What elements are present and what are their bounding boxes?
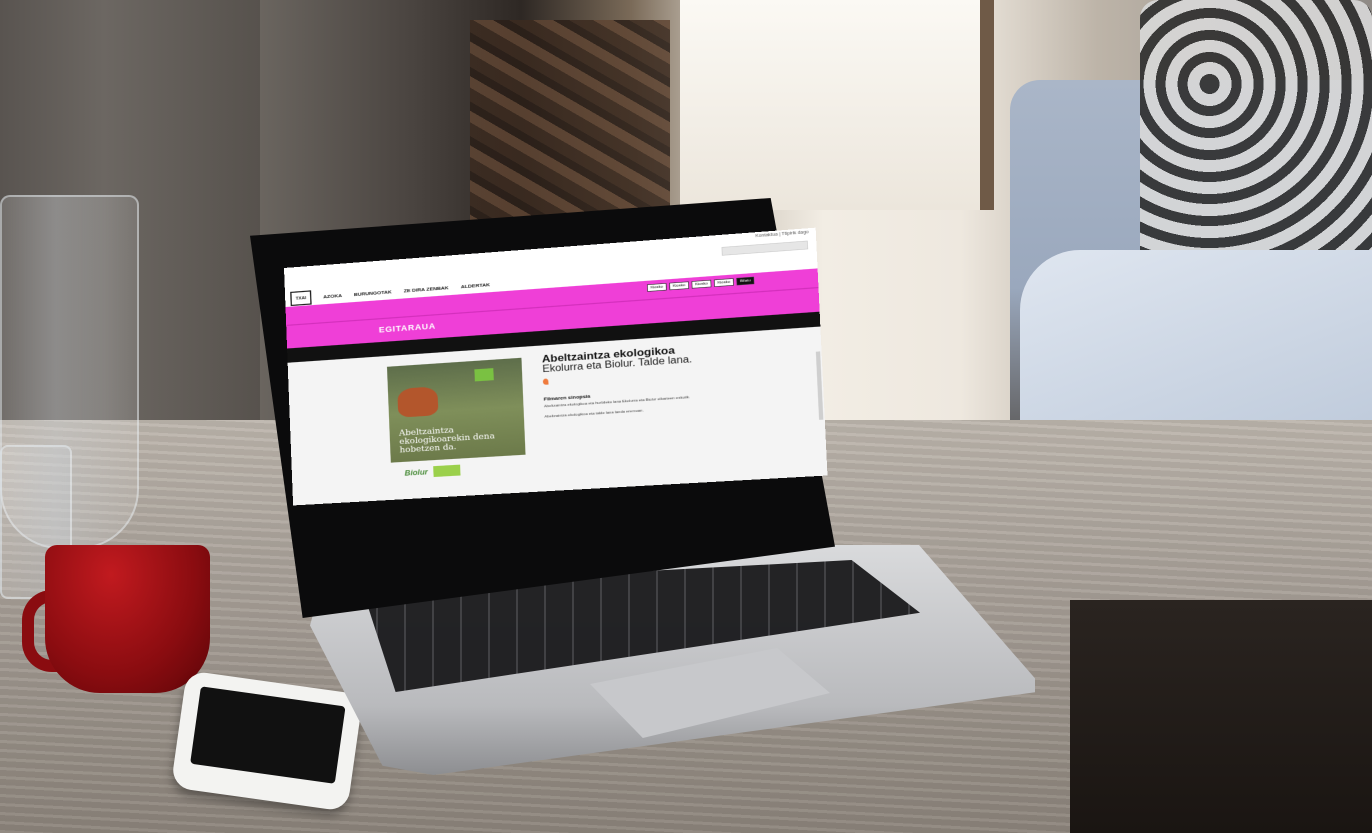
- eu-logo-icon: [432, 464, 461, 478]
- poster-caption: Abeltzaintza ekologikoarekin dena hobetz…: [398, 425, 495, 455]
- nav-item-azoka[interactable]: AZOKA: [323, 293, 342, 300]
- pink-link[interactable]: Kiosko: [691, 279, 712, 289]
- partner-logos: Biolur: [404, 464, 461, 479]
- search-button[interactable]: Bilatu: [736, 276, 755, 286]
- smartphone: [170, 670, 364, 812]
- pink-link[interactable]: Kiosko: [713, 278, 734, 287]
- nav-item-zenbak[interactable]: ZE DIRA ZENBAK: [404, 285, 449, 294]
- eco-label-icon: [474, 368, 494, 382]
- laptop-screen-webpage: Kontaktua | Ttipirik dago TXAI AZOKA BUR…: [284, 227, 828, 506]
- section-title: EGITARAUA: [378, 321, 436, 335]
- nav-item-burungotak[interactable]: BURUNGOTAK: [354, 289, 392, 297]
- site-logo[interactable]: TXAI: [290, 290, 312, 307]
- pink-link[interactable]: Kiosko: [646, 283, 667, 292]
- red-cup: [45, 545, 210, 693]
- biolur-logo: Biolur: [404, 467, 428, 478]
- window: [680, 0, 994, 210]
- article: Abeltzaintza ekologikoa Ekolurra eta Bio…: [542, 341, 739, 425]
- phone-screen: [190, 686, 346, 784]
- film-poster[interactable]: Abeltzaintza ekologikoarekin dena hobetz…: [386, 357, 526, 463]
- firewood-stack: [470, 20, 670, 240]
- patterned-cushion: [1140, 0, 1372, 280]
- cow-image: [397, 386, 439, 418]
- nav-item-aldertak[interactable]: ALDERTAK: [461, 282, 490, 290]
- table-shadow: [1070, 600, 1372, 833]
- location-pin-icon: [542, 378, 549, 385]
- utility-links[interactable]: Kontaktua | Ttipirik dago: [755, 230, 808, 238]
- pink-link[interactable]: Kiosko: [669, 281, 690, 291]
